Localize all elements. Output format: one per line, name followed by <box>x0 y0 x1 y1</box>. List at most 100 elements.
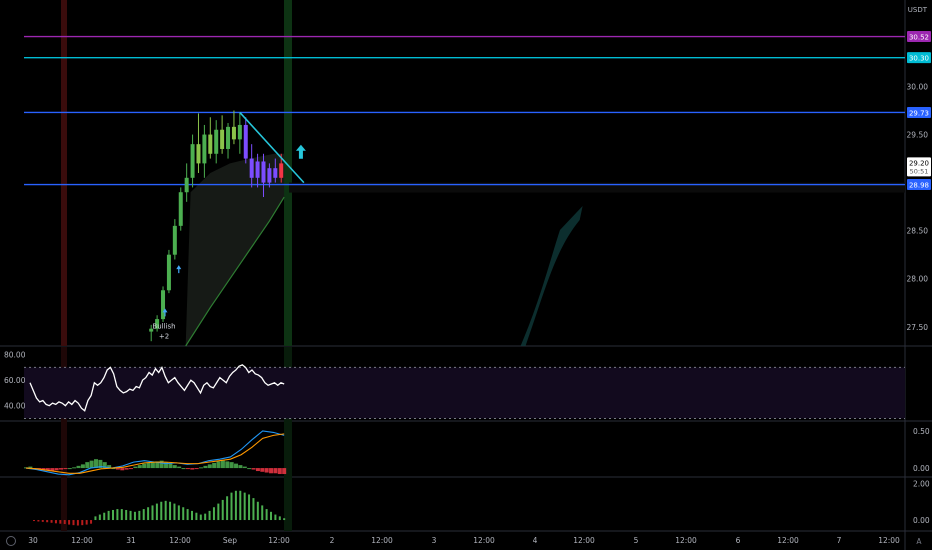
macd-histogram-bar <box>54 468 59 471</box>
macd-histogram-bar <box>277 468 282 475</box>
momentum-bar <box>46 520 49 523</box>
momentum-bar <box>199 514 202 521</box>
macd-histogram-bar <box>67 468 72 470</box>
time-tick-label: 5 <box>634 536 639 545</box>
macd-histogram-bar <box>269 468 274 474</box>
momentum-bar <box>204 513 207 521</box>
macd-histogram-bar <box>247 468 252 470</box>
candle <box>231 110 236 145</box>
momentum-bar <box>72 520 75 526</box>
macd-histogram-bar <box>137 465 142 469</box>
candle <box>190 134 195 188</box>
momentum-bar <box>133 511 136 521</box>
momentum-bar <box>112 509 115 521</box>
momentum-bar <box>103 512 106 521</box>
momentum-bar <box>169 501 172 521</box>
level-label: 30.30 <box>909 55 929 63</box>
momentum-bar <box>120 509 123 521</box>
level-label: 29.73 <box>909 109 929 117</box>
macd-histogram-bar <box>260 468 265 472</box>
candle <box>161 286 166 322</box>
momentum-bar <box>94 516 97 521</box>
momentum-bar <box>138 510 141 521</box>
candle-body <box>226 126 231 149</box>
momentum-bar <box>177 505 180 521</box>
momentum-bar <box>147 507 150 521</box>
momentum-bar <box>221 499 224 521</box>
macd-histogram-bar <box>242 466 247 469</box>
momentum-bar <box>125 509 128 521</box>
momentum-bar <box>155 503 158 521</box>
macd-histogram-bar <box>124 468 129 470</box>
macd-histogram-bar <box>142 463 147 469</box>
momentum-bar <box>81 520 84 526</box>
auto-scale-icon: A <box>916 537 922 546</box>
momentum-bar <box>76 520 79 526</box>
price-tick-label: 30.00 <box>907 83 929 92</box>
macd-tick-label: 0.00 <box>913 464 930 473</box>
momentum-bar <box>41 520 44 522</box>
candle-body <box>267 168 272 183</box>
momentum-bar <box>59 520 62 524</box>
annotation-bullish-count: +2 <box>159 333 169 341</box>
time-tick-label: 7 <box>837 536 842 545</box>
chart-app: Bullish+2 27.5028.0028.5029.0029.5030.00… <box>0 0 932 550</box>
macd-histogram-bar <box>190 468 195 470</box>
candle-body <box>166 254 171 291</box>
macd-histogram-bar <box>80 464 85 469</box>
up-arrow-icon <box>295 144 306 159</box>
candle-body <box>255 161 260 178</box>
candle-body <box>184 177 189 193</box>
forecast-cone <box>520 206 583 346</box>
rsi-tick-label: 40.00 <box>4 402 26 411</box>
momentum-bar <box>129 510 132 521</box>
candle-body <box>178 192 183 226</box>
macd-histogram-bar <box>216 461 221 469</box>
macd-histogram-bar <box>264 468 269 473</box>
momentum-bar <box>270 511 273 521</box>
macd-tick-label: 0.50 <box>913 427 930 436</box>
macd-histogram-bar <box>229 462 234 469</box>
price-tick-label: 28.00 <box>907 275 929 284</box>
momentum-bar <box>278 516 281 521</box>
momentum-bar <box>208 510 211 521</box>
momentum-bar <box>173 503 176 521</box>
macd-histogram-bar <box>89 460 94 469</box>
macd-histogram-bar <box>129 468 134 470</box>
macd-histogram-bar <box>255 468 260 472</box>
macd-histogram-bar <box>225 461 230 469</box>
candle <box>237 112 242 154</box>
momentum-tick-label: 2.00 <box>913 479 930 488</box>
momentum-bar <box>226 496 229 521</box>
macd-histogram-bar <box>185 468 190 470</box>
time-tick-label: 3 <box>432 536 437 545</box>
candle <box>172 219 177 260</box>
candle <box>196 113 201 173</box>
momentum-bar <box>217 503 220 521</box>
time-tick-label: 12:00 <box>777 536 799 545</box>
momentum-bar <box>230 492 233 521</box>
last-price-label: 29.20 <box>909 159 929 167</box>
momentum-bar <box>212 507 215 521</box>
price-tick-label: 27.50 <box>907 323 929 332</box>
time-tick-label: 30 <box>28 536 38 545</box>
green-session-band <box>284 0 292 346</box>
quote-currency-label: USDT <box>908 6 928 14</box>
rsi-tick-label: 60.00 <box>4 376 26 385</box>
time-tick-label: Sep <box>223 536 237 545</box>
momentum-bar <box>63 520 66 525</box>
momentum-bar <box>261 505 264 521</box>
momentum-bar <box>248 494 251 521</box>
momentum-bar <box>252 498 255 521</box>
time-tick-label: 12:00 <box>268 536 290 545</box>
macd-histogram-bar <box>76 465 81 469</box>
momentum-bar <box>195 512 198 521</box>
macd-histogram-bar <box>220 460 225 469</box>
momentum-bar <box>182 507 185 521</box>
macd-histogram-bar <box>194 468 199 470</box>
momentum-bar <box>283 518 286 521</box>
macd-histogram-bar <box>59 468 64 470</box>
trading-chart[interactable]: Bullish+2 27.5028.0028.5029.0029.5030.00… <box>0 0 932 550</box>
momentum-bar <box>116 509 119 521</box>
level-label: 28.98 <box>909 182 929 190</box>
